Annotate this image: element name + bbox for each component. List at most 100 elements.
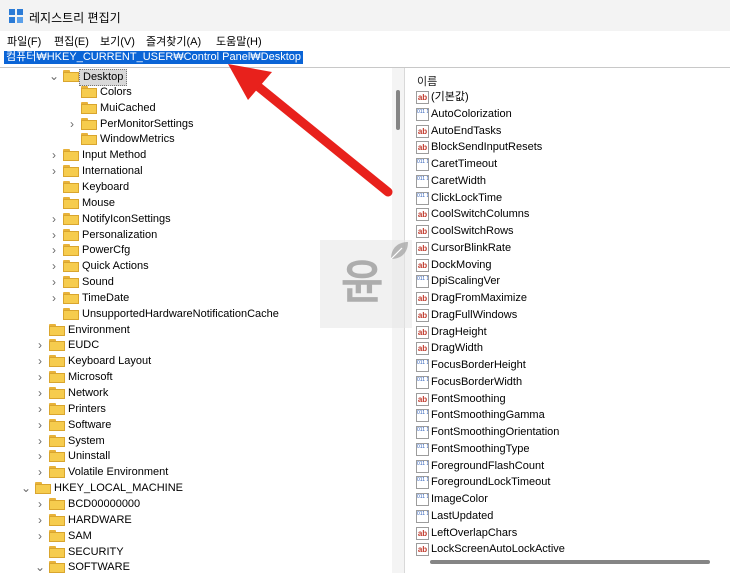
folder-icon (49, 355, 65, 368)
chevron-right-icon[interactable]: › (49, 149, 59, 161)
tree-item-label: TimeDate (82, 291, 130, 304)
folder-icon (63, 276, 79, 289)
menu-edit[interactable]: 편집(E) (54, 33, 89, 49)
tree-item-label: WindowMetrics (100, 133, 175, 146)
chevron-right-icon[interactable]: › (35, 530, 45, 542)
binary-value-icon: 011 110 (416, 158, 429, 171)
menu-help[interactable]: 도움말(H) (216, 33, 262, 49)
chevron-right-icon[interactable]: › (35, 419, 45, 431)
tree-item-label: NotifyIconSettings (82, 212, 171, 225)
folder-icon (63, 196, 79, 209)
menu-bar: 파일(F) 편집(E) 보기(V) 즐겨찾기(A) 도움말(H) (0, 31, 730, 49)
string-value-icon: ab (416, 526, 429, 540)
leaf-watermark-icon (390, 242, 408, 260)
tree-item-label: UnsupportedHardwareNotificationCache (82, 307, 279, 320)
string-value-icon: ab (416, 308, 429, 322)
tree-item-label: Desktop (79, 69, 128, 86)
string-value-icon: ab (416, 258, 429, 272)
chevron-right-icon[interactable]: › (35, 514, 45, 526)
chevron-down-icon[interactable]: ⌄ (49, 70, 59, 82)
registry-value-name: CursorBlinkRate (431, 241, 512, 254)
folder-icon (49, 561, 65, 573)
chevron-down-icon[interactable]: ⌄ (21, 482, 31, 494)
binary-value-icon: 011 110 (416, 275, 429, 289)
chevron-right-icon[interactable]: › (35, 355, 45, 367)
address-path[interactable]: 컴퓨터₩HKEY_CURRENT_USER₩Control Panel₩Desk… (4, 51, 304, 64)
tree-item-label: International (82, 165, 143, 178)
address-bar[interactable]: 컴퓨터₩HKEY_CURRENT_USER₩Control Panel₩Desk… (0, 49, 730, 68)
registry-value-name: ClickLockTime (431, 191, 503, 204)
values-pane[interactable]: 이름 ab(기본값)011 110AutoColorizationabAutoE… (410, 68, 730, 573)
binary-value-icon: 011 110 (416, 442, 429, 456)
binary-value-icon: 011 110 (416, 493, 429, 506)
registry-app-icon (9, 9, 23, 23)
menu-favorites[interactable]: 즐겨찾기(A) (146, 33, 201, 49)
folder-icon (63, 149, 79, 162)
string-value-icon: ab (416, 241, 429, 255)
binary-value-icon: 011 110 (416, 476, 429, 490)
registry-value-name: LeftOverlapChars (431, 526, 518, 539)
tree-item-label: SOFTWARE (68, 561, 130, 573)
menu-file[interactable]: 파일(F) (7, 33, 41, 49)
chevron-right-icon[interactable]: › (35, 403, 45, 415)
watermark-text: 윤 (341, 255, 384, 309)
registry-value-name: FontSmoothingOrientation (431, 426, 560, 438)
chevron-right-icon[interactable]: › (35, 371, 45, 383)
chevron-right-icon[interactable]: › (35, 466, 45, 478)
chevron-right-icon[interactable]: › (35, 387, 45, 399)
chevron-down-icon[interactable]: ⌄ (35, 561, 45, 573)
chevron-right-icon[interactable]: › (49, 276, 59, 288)
tree-item-label: Environment (68, 323, 130, 336)
chevron-right-icon[interactable]: › (35, 498, 45, 510)
tree-item-label: Microsoft (68, 371, 113, 384)
binary-value-icon: 011 110 (416, 426, 429, 439)
folder-icon (81, 101, 97, 114)
registry-value-name: DragFromMaximize (431, 292, 527, 304)
registry-value-name: DpiScalingVer (431, 275, 501, 288)
chevron-right-icon[interactable]: › (49, 229, 59, 241)
binary-value-icon: 011 110 (416, 191, 429, 205)
registry-value-name: CoolSwitchRows (431, 225, 514, 237)
chevron-right-icon[interactable]: › (35, 435, 45, 447)
column-header-name[interactable]: 이름 (417, 73, 437, 89)
folder-icon (81, 133, 97, 146)
tree-item-label: HKEY_LOCAL_MACHINE (54, 482, 183, 495)
chevron-right-icon[interactable]: › (35, 339, 45, 351)
registry-value-name: AutoEndTasks (431, 124, 502, 137)
chevron-right-icon[interactable]: › (49, 165, 59, 177)
tree-scroll-thumb[interactable] (396, 90, 400, 130)
tree-item-label: Keyboard Layout (68, 355, 152, 368)
folder-icon (49, 371, 65, 384)
folder-icon (49, 323, 65, 336)
chevron-right-icon[interactable]: › (67, 118, 77, 130)
folder-icon (63, 165, 79, 178)
folder-icon (49, 545, 65, 558)
binary-value-icon: 011 110 (416, 174, 429, 188)
string-value-icon: ab (416, 392, 429, 406)
chevron-right-icon[interactable]: › (49, 292, 59, 304)
registry-value-name: ForegroundFlashCount (431, 459, 545, 472)
tree-item-label: Printers (68, 402, 106, 415)
registry-value-name: BlockSendInputResets (431, 141, 543, 154)
registry-value-name: CoolSwitchColumns (431, 208, 530, 221)
chevron-right-icon[interactable]: › (35, 450, 45, 462)
string-value-icon: ab (416, 225, 429, 238)
registry-value-name: CaretWidth (431, 174, 487, 187)
tree-item-label: Quick Actions (82, 260, 149, 273)
chevron-right-icon[interactable]: › (49, 213, 59, 225)
binary-value-icon: 011 110 (416, 107, 429, 121)
folder-icon (81, 117, 97, 130)
registry-value-name: FontSmoothing (431, 392, 506, 405)
string-value-icon: ab (416, 208, 429, 222)
menu-view[interactable]: 보기(V) (100, 33, 135, 49)
values-horizontal-scroll-thumb[interactable] (430, 560, 710, 564)
registry-value-name: DragWidth (431, 342, 483, 355)
chevron-right-icon[interactable]: › (49, 260, 59, 272)
folder-icon (63, 228, 79, 241)
window-title: 레지스트리 편집기 (29, 11, 121, 25)
tree-item-label: SAM (68, 529, 92, 542)
folder-icon (63, 212, 79, 225)
folder-icon (49, 497, 65, 510)
chevron-right-icon[interactable]: › (49, 244, 59, 256)
folder-icon (63, 244, 79, 257)
